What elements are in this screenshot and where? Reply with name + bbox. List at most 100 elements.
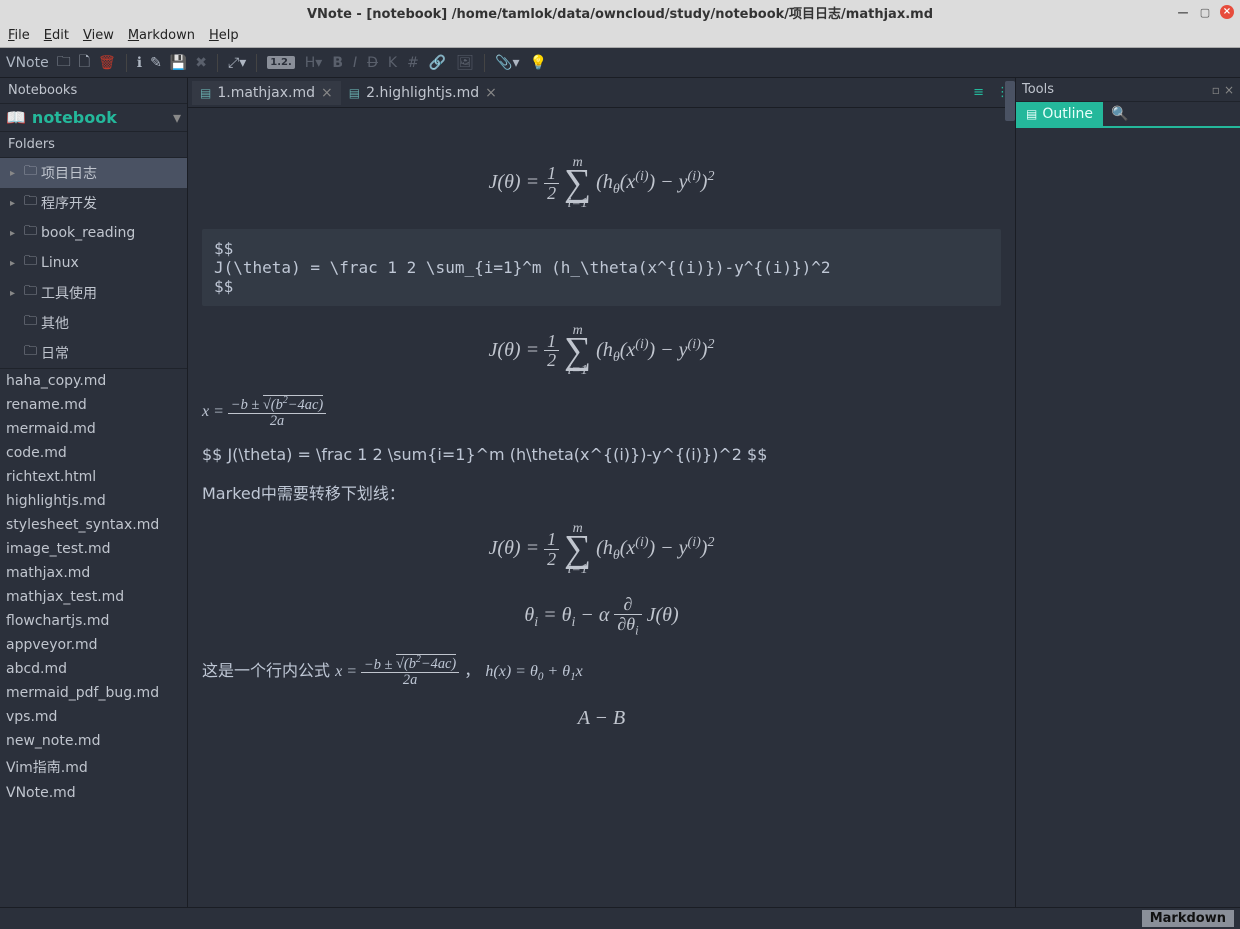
close-icon[interactable]: ×: [1220, 5, 1234, 19]
right-pane: Tools ▫ × ▤ Outline 🔍: [1015, 78, 1240, 907]
file-item[interactable]: code.md: [0, 441, 187, 465]
tab-close-icon[interactable]: ×: [321, 85, 333, 101]
toolbar: VNote 🗀 🗋 🗑 ℹ ✎ 💾 ✖ ⤢▾ 1.2. H▾ B I D K #…: [0, 48, 1240, 78]
folder-icon: 🗀: [24, 192, 37, 214]
file-item[interactable]: highlightjs.md: [0, 489, 187, 513]
editor[interactable]: J(θ) = 12 m∑i=1 (hθ(x(i)) − y(i))2 $$ J(…: [188, 108, 1015, 907]
file-item[interactable]: abcd.md: [0, 657, 187, 681]
notebooks-header: Notebooks: [0, 78, 187, 104]
code-block-latex: $$ J(\theta) = \frac 1 2 \sum_{i=1}^m (h…: [202, 229, 1001, 306]
expand-icon[interactable]: ⤢▾: [228, 55, 246, 71]
discard-icon[interactable]: ✖: [195, 55, 207, 71]
file-item[interactable]: rename.md: [0, 393, 187, 417]
menu-markdown[interactable]: Markdown: [128, 28, 195, 43]
outline-label: Outline: [1042, 106, 1093, 122]
editor-tab[interactable]: ▤ 2.highlightjs.md ×: [341, 81, 505, 105]
file-item[interactable]: appveyor.md: [0, 633, 187, 657]
folder-icon[interactable]: 🗀: [57, 51, 71, 75]
strike-icon[interactable]: D: [367, 55, 378, 71]
notebook-selector[interactable]: 📖 notebook ▾: [0, 104, 187, 132]
folder-label: 项目日志: [41, 163, 97, 183]
folder-label: 程序开发: [41, 193, 97, 213]
folder-icon: 🗀: [24, 312, 37, 334]
folder-item[interactable]: ▸ 🗀项目日志: [0, 158, 187, 188]
edit-icon[interactable]: ✎: [150, 55, 162, 71]
folder-icon: 🗀: [24, 222, 37, 244]
maximize-icon[interactable]: ▢: [1198, 5, 1212, 19]
folder-item[interactable]: ▸🗀Linux: [0, 248, 187, 278]
file-item[interactable]: mermaid_pdf_bug.md: [0, 681, 187, 705]
file-item[interactable]: vps.md: [0, 705, 187, 729]
folder-label: Linux: [41, 255, 79, 271]
tab-label: 2.highlightjs.md: [366, 85, 479, 101]
hash-icon[interactable]: #: [407, 55, 419, 71]
folder-icon: 🗀: [24, 252, 37, 274]
menu-view[interactable]: View: [83, 28, 114, 43]
folder-item[interactable]: ▸🗀book_reading: [0, 218, 187, 248]
folder-item[interactable]: 🗀日常: [0, 338, 187, 368]
attachment-icon[interactable]: 📎▾: [495, 55, 519, 71]
folder-label: 工具使用: [41, 283, 97, 303]
folder-label: 日常: [41, 343, 69, 363]
outline-icon: ▤: [1026, 107, 1037, 121]
inline-formula-line: 这是一个行内公式 x = −b ± √(b2−4ac)2a ， h(x) = θ…: [202, 656, 1001, 689]
menu-file[interactable]: File: [8, 28, 30, 43]
info-icon[interactable]: ℹ: [137, 55, 142, 71]
link-icon[interactable]: 🔗: [429, 55, 446, 71]
file-item[interactable]: flowchartjs.md: [0, 609, 187, 633]
editor-scrollbar[interactable]: [1005, 78, 1015, 907]
file-item[interactable]: Vim指南.md: [0, 753, 187, 781]
titlebar: VNote - [notebook] /home/tamlok/data/own…: [0, 0, 1240, 24]
notebook-name: notebook: [32, 108, 167, 127]
menu-edit[interactable]: Edit: [44, 28, 69, 43]
minimize-icon[interactable]: —: [1176, 5, 1190, 19]
lightbulb-icon[interactable]: 💡: [530, 55, 547, 71]
inlinecode-icon[interactable]: K: [388, 55, 397, 71]
equation-partial: A − B: [202, 707, 1001, 730]
book-icon: 📖: [6, 108, 26, 127]
left-pane: Notebooks 📖 notebook ▾ Folders ▸🗀项目日志▸🗀程…: [0, 78, 188, 907]
tab-list-icon[interactable]: ≡: [967, 85, 990, 100]
chevron-right-icon: ▸: [10, 198, 20, 209]
heading-badge[interactable]: 1.2.: [267, 56, 295, 69]
menu-help[interactable]: Help: [209, 28, 239, 43]
file-item[interactable]: haha_copy.md: [0, 369, 187, 393]
new-file-icon[interactable]: 🗋: [79, 51, 90, 75]
chevron-down-icon: ▾: [173, 108, 181, 127]
folder-label: 其他: [41, 313, 69, 333]
app-label: VNote: [6, 55, 49, 71]
folder-icon: 🗀: [24, 162, 37, 184]
file-item[interactable]: VNote.md: [0, 781, 187, 805]
file-item[interactable]: mathjax_test.md: [0, 585, 187, 609]
folder-icon: 🗀: [24, 342, 37, 364]
tools-header: Tools: [1022, 82, 1054, 97]
editor-tab[interactable]: ▤1.mathjax.md×: [192, 81, 341, 105]
float-icon[interactable]: ▫: [1212, 83, 1220, 97]
folder-tree: ▸🗀项目日志▸🗀程序开发▸🗀book_reading▸🗀Linux▸🗀工具使用🗀…: [0, 158, 187, 368]
status-bar: Markdown: [0, 907, 1240, 929]
equation-gradient: θi = θi − α ∂∂θi J(θ): [202, 595, 1001, 638]
save-icon[interactable]: 💾: [170, 55, 187, 71]
folder-item[interactable]: 🗀其他: [0, 308, 187, 338]
folder-icon: 🗀: [24, 282, 37, 304]
file-item[interactable]: stylesheet_syntax.md: [0, 513, 187, 537]
chevron-right-icon: ▸: [10, 168, 20, 179]
doc-icon: ▤: [349, 86, 360, 100]
folder-item[interactable]: ▸🗀工具使用: [0, 278, 187, 308]
tab-close-icon[interactable]: ×: [485, 85, 497, 101]
tab-outline[interactable]: ▤ Outline: [1016, 102, 1103, 126]
tab-label: 1.mathjax.md: [217, 85, 315, 101]
file-item[interactable]: mathjax.md: [0, 561, 187, 585]
italic-icon[interactable]: I: [353, 55, 357, 71]
trash-icon[interactable]: 🗑: [98, 55, 116, 71]
file-item[interactable]: new_note.md: [0, 729, 187, 753]
file-item[interactable]: mermaid.md: [0, 417, 187, 441]
image-icon[interactable]: 🖼: [456, 55, 474, 71]
close-panel-icon[interactable]: ×: [1224, 83, 1234, 97]
file-item[interactable]: richtext.html: [0, 465, 187, 489]
bold-icon[interactable]: B: [332, 55, 343, 71]
file-item[interactable]: image_test.md: [0, 537, 187, 561]
folder-item[interactable]: ▸ 🗀程序开发: [0, 188, 187, 218]
heading-icon[interactable]: H▾: [305, 55, 323, 71]
search-icon[interactable]: 🔍: [1103, 102, 1136, 126]
